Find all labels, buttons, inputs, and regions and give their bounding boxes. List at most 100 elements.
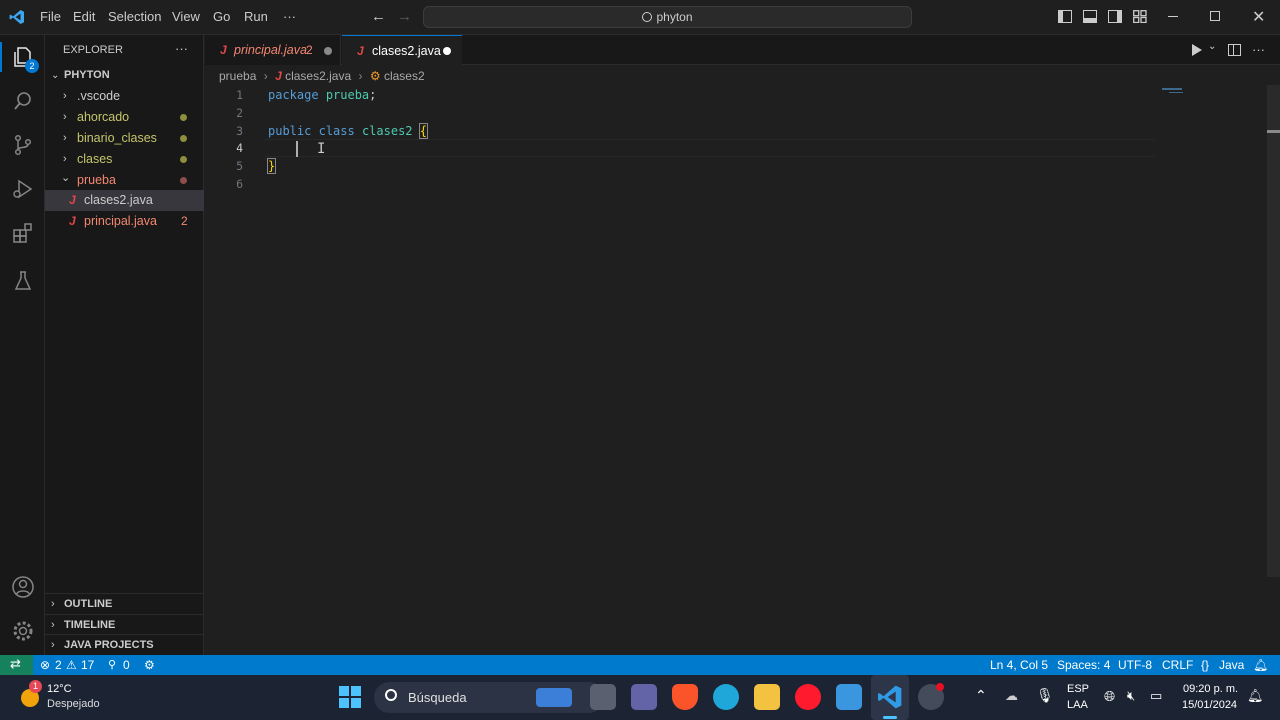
section-outline[interactable]: › OUTLINE [45, 593, 204, 614]
search-icon[interactable] [0, 79, 45, 123]
weather-temp: 12°C [47, 683, 72, 695]
close-icon[interactable]: ✕ [1252, 7, 1265, 27]
network-globe-icon[interactable]: 🌐︎ [1104, 688, 1115, 705]
menu-selection[interactable]: Selection [108, 9, 161, 24]
encoding[interactable]: UTF-8 [1118, 658, 1152, 672]
notification-bell-icon[interactable]: 🔔︎ [1247, 688, 1264, 704]
explorer-icon[interactable]: 2 [0, 35, 45, 79]
onedrive-icon[interactable]: ☁ [1005, 688, 1018, 704]
menu-more[interactable]: ··· [283, 9, 296, 24]
code-line-3[interactable]: public class clases2 { [268, 122, 429, 140]
menu-view[interactable]: View [172, 9, 200, 24]
line-number: 1 [236, 88, 243, 102]
ports-icon[interactable]: ⚲ [108, 658, 116, 671]
java-status-icon[interactable]: ⚙ [144, 658, 155, 672]
explorer-more-button[interactable]: ··· [175, 41, 188, 56]
errors-icon[interactable]: ⊗ [40, 658, 50, 672]
run-java-icon[interactable] [1192, 44, 1202, 56]
unsaved-dot-icon[interactable] [443, 47, 451, 55]
tab-label: clases2.java [372, 44, 441, 58]
clock-time[interactable]: 09:20 p. m. [1183, 683, 1238, 695]
tree-item-binario-clases[interactable]: › binario_clases [45, 128, 204, 149]
opera-browser-icon[interactable] [795, 684, 821, 710]
remote-icon: ⇄ [10, 656, 21, 671]
customize-layout-icon[interactable] [1133, 10, 1147, 24]
end-of-line[interactable]: CRLF [1162, 658, 1193, 672]
run-debug-icon[interactable] [0, 167, 45, 211]
chevron-down-icon[interactable]: ⌄ [1208, 41, 1216, 52]
clock-date[interactable]: 15/01/2024 [1182, 699, 1237, 711]
volume-muted-icon[interactable]: 🔇︎ [1127, 688, 1135, 704]
tab-principal-java[interactable]: J principal.java 2 [205, 35, 341, 65]
task-view-icon[interactable] [590, 684, 616, 710]
error-count[interactable]: 2 [55, 658, 62, 672]
photos-app-icon[interactable] [836, 684, 862, 710]
language-braces-icon[interactable]: {} [1201, 658, 1209, 672]
testing-flask-icon[interactable] [0, 259, 45, 303]
warning-icon[interactable]: ⚠ [66, 658, 77, 672]
edge-browser-icon[interactable] [713, 684, 739, 710]
battery-icon[interactable]: ▭ [1150, 688, 1162, 704]
menu-go[interactable]: Go [213, 9, 230, 24]
restore-icon[interactable] [1210, 11, 1220, 21]
windows-start-icon[interactable] [339, 686, 361, 708]
source-control-icon[interactable] [0, 123, 45, 167]
warning-count[interactable]: 17 [81, 658, 94, 672]
cursor-position[interactable]: Ln 4, Col 5 [990, 658, 1048, 672]
forward-arrow-icon[interactable]: → [397, 8, 412, 25]
section-java-projects[interactable]: › JAVA PROJECTS [45, 634, 204, 655]
breadcrumb-file[interactable]: clases2.java [285, 69, 351, 83]
breadcrumb-symbol[interactable]: clases2 [384, 69, 425, 83]
explorer-sidebar: EXPLORER ··· ⌄ PHYTON › .vscode › ahorca… [45, 35, 204, 655]
tree-item-clases2-java[interactable]: J clases2.java [45, 190, 204, 211]
section-timeline[interactable]: › TIMELINE [45, 614, 204, 635]
error-dot [180, 177, 187, 184]
toggle-primary-sidebar-icon[interactable] [1058, 10, 1072, 23]
chevron-up-icon[interactable]: ⌃ [975, 687, 987, 704]
vscode-taskbar-active[interactable] [871, 675, 909, 720]
toggle-secondary-sidebar-icon[interactable] [1108, 10, 1122, 23]
editor-more-icon[interactable]: ··· [1252, 42, 1265, 57]
toggle-panel-icon[interactable] [1083, 10, 1097, 23]
menu-run[interactable]: Run [244, 9, 268, 24]
tree-item-principal-java[interactable]: J principal.java 2 [45, 211, 204, 232]
minimize-icon[interactable] [1168, 16, 1178, 17]
folder-root[interactable]: ⌄ PHYTON [45, 65, 204, 86]
settings-gear-icon[interactable] [0, 609, 45, 653]
language-top[interactable]: ESP [1067, 683, 1089, 695]
menu-file[interactable]: File [40, 9, 61, 24]
recording-dot [936, 683, 944, 691]
teams-chat-icon[interactable] [631, 684, 657, 710]
scrollbar[interactable] [1267, 85, 1280, 577]
mouse-ibeam-icon: I [317, 141, 326, 157]
tree-item-clases[interactable]: › clases [45, 149, 204, 170]
indentation[interactable]: Spaces: 4 [1057, 658, 1110, 672]
code-line-1[interactable]: package prueba; [268, 86, 376, 104]
remote-indicator[interactable]: ⇄ [0, 655, 33, 675]
menu-edit[interactable]: Edit [73, 9, 95, 24]
code-keyword: class [318, 124, 355, 138]
brave-browser-icon[interactable] [672, 684, 698, 710]
weather-badge: 1 [29, 680, 42, 693]
microphone-icon[interactable]: 🎙︎ [1036, 687, 1054, 704]
weather-sun-icon[interactable]: 1 [18, 680, 42, 709]
tree-item-vscode[interactable]: › .vscode [45, 86, 204, 107]
tree-item-label: ahorcado [77, 110, 130, 124]
accounts-icon[interactable] [0, 565, 45, 609]
breadcrumb-folder[interactable]: prueba [219, 69, 256, 83]
tree-item-prueba[interactable]: ⌄ prueba [45, 170, 204, 191]
tab-clases2-java[interactable]: J clases2.java [342, 35, 462, 66]
taskbar-search-box[interactable]: Búsqueda [374, 682, 604, 713]
notifications-bell-icon[interactable]: 🔔︎ [1253, 658, 1268, 672]
code-line-5[interactable]: } [266, 157, 277, 175]
extensions-icon[interactable] [0, 211, 45, 255]
unsaved-dot-icon[interactable] [324, 47, 332, 55]
ports-count[interactable]: 0 [123, 658, 130, 672]
file-explorer-icon[interactable] [754, 684, 780, 710]
tree-item-ahorcado[interactable]: › ahorcado [45, 107, 204, 128]
language-bottom[interactable]: LAA [1067, 699, 1088, 711]
command-center-search[interactable]: phyton [423, 6, 912, 28]
back-arrow-icon[interactable]: ← [371, 8, 386, 25]
split-editor-icon[interactable] [1228, 44, 1241, 56]
language-mode[interactable]: Java [1219, 658, 1244, 672]
